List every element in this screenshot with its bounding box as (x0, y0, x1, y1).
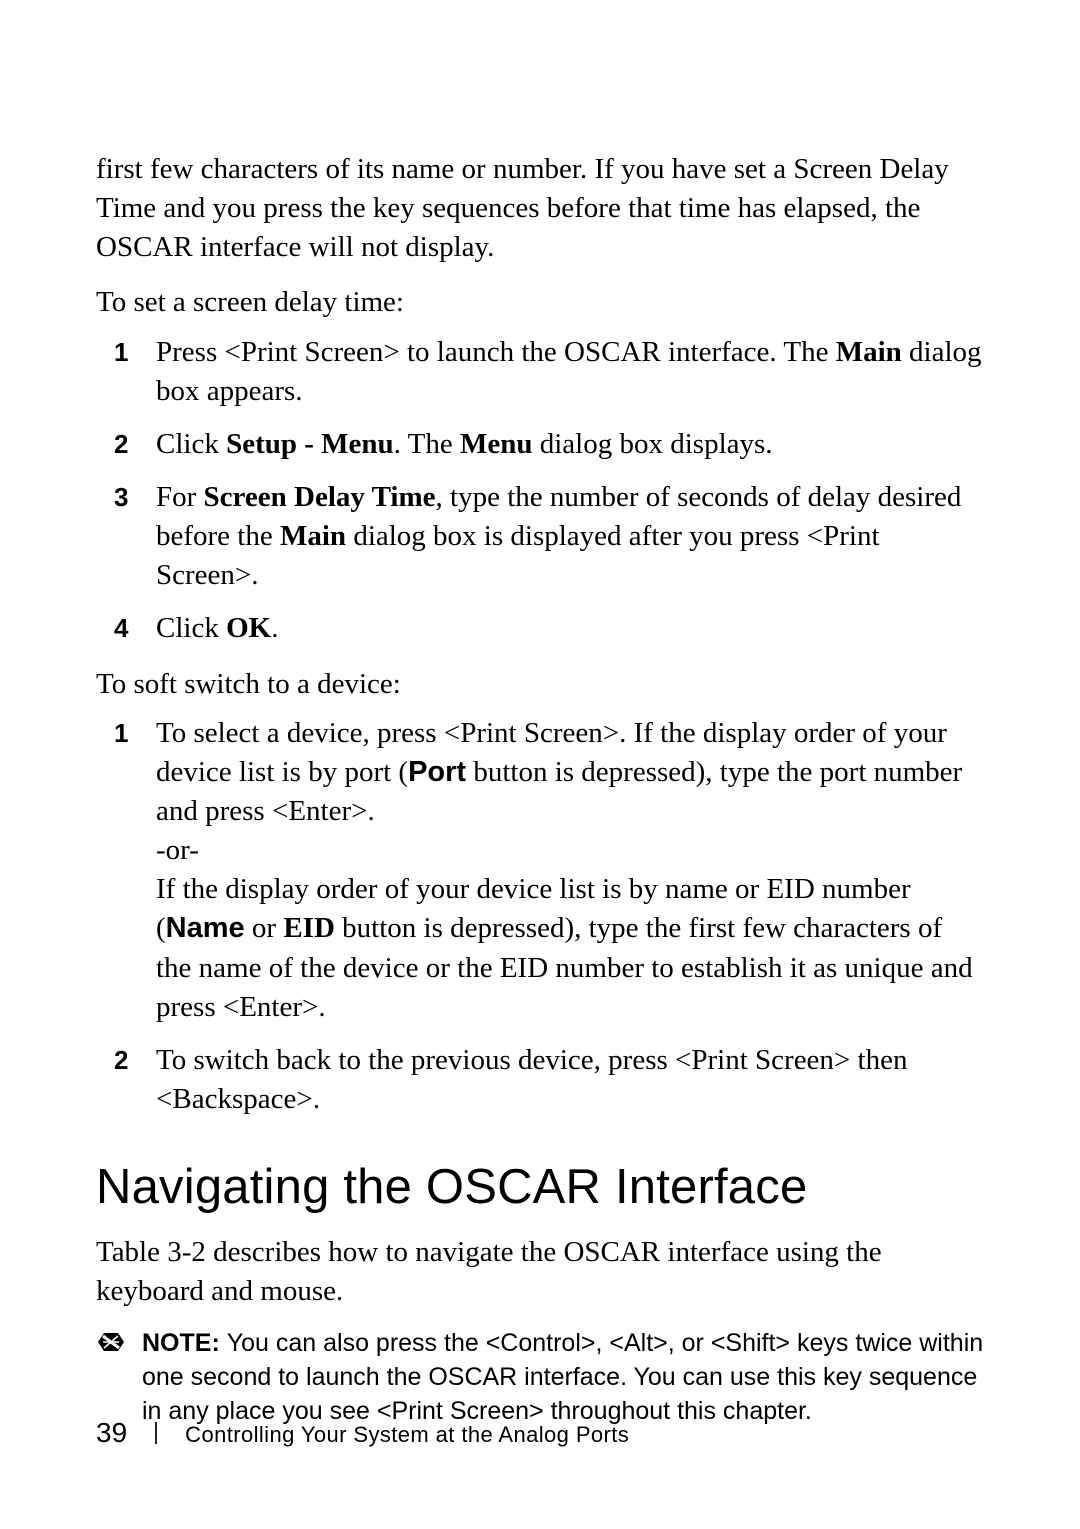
term-eid: EID (283, 912, 335, 944)
footer-divider (155, 1422, 157, 1444)
section-heading: Navigating the OSCAR Interface (96, 1159, 984, 1215)
list-text: Click (156, 428, 226, 460)
term-screen-delay-time: Screen Delay Time (204, 481, 436, 513)
term-setup-menu: Setup - Menu (226, 428, 394, 460)
list-item: 1 Press <Print Screen> to launch the OSC… (96, 333, 984, 411)
list-item: 4 Click OK. (96, 609, 984, 648)
term-main: Main (836, 336, 902, 368)
page-number: 39 (96, 1417, 127, 1449)
term-ok: OK (226, 612, 271, 644)
note-label: NOTE: (142, 1329, 227, 1357)
list-number: 1 (114, 716, 128, 751)
list-number: 2 (114, 427, 128, 462)
list-text: -or- (156, 834, 199, 866)
note-text: NOTE: You can also press the <Control>, … (142, 1327, 984, 1428)
list-number: 2 (114, 1043, 128, 1078)
list-number: 3 (114, 480, 128, 515)
list-text: dialog box displays. (532, 428, 772, 460)
footer-title: Controlling Your System at the Analog Po… (185, 1422, 629, 1448)
list-text: For (156, 481, 204, 513)
ordered-list-set-delay: 1 Press <Print Screen> to launch the OSC… (96, 333, 984, 649)
list-number: 4 (114, 611, 128, 646)
list-item: 1 To select a device, press <Print Scree… (96, 714, 984, 1027)
list-text: . The (394, 428, 460, 460)
list-item: 2 To switch back to the previous device,… (96, 1041, 984, 1119)
body-paragraph: first few characters of its name or numb… (96, 150, 984, 267)
term-main: Main (280, 520, 346, 552)
term-port: Port (408, 756, 466, 788)
list-item: 2 Click Setup - Menu. The Menu dialog bo… (96, 425, 984, 464)
list-text: Press <Print Screen> to launch the OSCAR… (156, 336, 836, 368)
list-item: 3 For Screen Delay Time, type the number… (96, 478, 984, 595)
note-body: You can also press the <Control>, <Alt>,… (142, 1329, 983, 1425)
page-footer: 39 Controlling Your System at the Analog… (96, 1417, 629, 1449)
body-paragraph: To set a screen delay time: (96, 283, 984, 322)
list-text: . (271, 612, 278, 644)
page: first few characters of its name or numb… (0, 0, 1080, 1529)
body-paragraph: Table 3-2 describes how to navigate the … (96, 1233, 984, 1311)
body-paragraph: To soft switch to a device: (96, 665, 984, 704)
term-menu: Menu (460, 428, 533, 460)
list-text: Click (156, 612, 226, 644)
list-text: or (245, 912, 284, 944)
term-name: Name (166, 912, 245, 944)
note-icon (96, 1329, 126, 1355)
list-text: To switch back to the previous device, p… (156, 1044, 907, 1115)
list-number: 1 (114, 335, 128, 370)
note-block: NOTE: You can also press the <Control>, … (96, 1327, 984, 1428)
ordered-list-soft-switch: 1 To select a device, press <Print Scree… (96, 714, 984, 1119)
